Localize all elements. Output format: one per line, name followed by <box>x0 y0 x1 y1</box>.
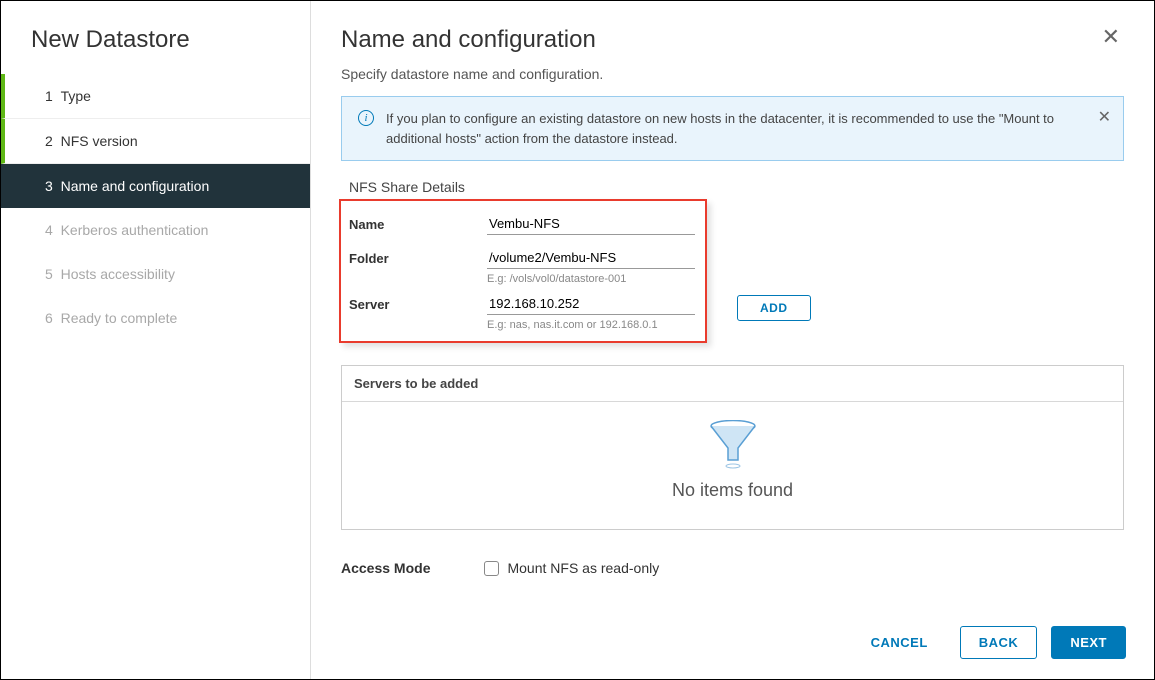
name-label: Name <box>349 217 475 232</box>
servers-empty-state: No items found <box>342 402 1123 529</box>
step-hosts-accessibility: 5 Hosts accessibility <box>1 252 310 296</box>
readonly-checkbox[interactable] <box>484 561 499 576</box>
new-datastore-dialog: New Datastore 1 Type 2 NFS version 3 Nam… <box>0 0 1155 680</box>
close-icon[interactable]: ✕ <box>1098 26 1124 48</box>
add-server-button[interactable]: ADD <box>737 295 811 321</box>
folder-input[interactable] <box>487 247 695 269</box>
info-banner: i If you plan to configure an existing d… <box>341 96 1124 161</box>
step-nfs-version[interactable]: 2 NFS version <box>1 119 310 164</box>
access-mode-label: Access Mode <box>341 560 430 576</box>
step-number: 3 <box>45 178 53 194</box>
step-ready-to-complete: 6 Ready to complete <box>1 296 310 340</box>
step-kerberos-authentication: 4 Kerberos authentication <box>1 208 310 252</box>
next-button[interactable]: NEXT <box>1051 626 1126 659</box>
servers-header: Servers to be added <box>342 366 1123 402</box>
server-hint: E.g: nas, nas.it.com or 192.168.0.1 <box>487 319 697 331</box>
access-mode-row: Access Mode Mount NFS as read-only <box>341 560 1124 576</box>
info-close-icon[interactable]: ✕ <box>1098 107 1111 127</box>
info-icon: i <box>358 110 374 126</box>
step-number: 4 <box>45 222 53 238</box>
server-input[interactable] <box>487 293 695 315</box>
step-label: Type <box>61 88 91 104</box>
step-name-and-configuration[interactable]: 3 Name and configuration <box>1 164 310 208</box>
sidebar-title: New Datastore <box>1 1 310 74</box>
folder-hint: E.g: /vols/vol0/datastore-001 <box>487 273 697 285</box>
step-label: Hosts accessibility <box>61 266 175 282</box>
page-title: Name and configuration <box>341 26 596 54</box>
step-number: 2 <box>45 133 53 149</box>
step-label: Kerberos authentication <box>61 222 209 238</box>
step-number: 1 <box>45 88 53 104</box>
servers-to-be-added-box: Servers to be added No items found <box>341 365 1124 530</box>
step-type[interactable]: 1 Type <box>1 74 310 119</box>
no-items-text: No items found <box>342 480 1123 501</box>
page-subtitle: Specify datastore name and configuration… <box>341 66 1124 82</box>
wizard-sidebar: New Datastore 1 Type 2 NFS version 3 Nam… <box>1 1 311 679</box>
nfs-share-details-label: NFS Share Details <box>349 179 1124 195</box>
funnel-icon <box>710 420 756 470</box>
info-text: If you plan to configure an existing dat… <box>386 109 1107 148</box>
wizard-steps: 1 Type 2 NFS version 3 Name and configur… <box>1 74 310 340</box>
step-label: NFS version <box>61 133 138 149</box>
nfs-share-form-highlight: Name Folder E.g: /vols/vol0/datastore-00… <box>339 199 707 343</box>
step-label: Name and configuration <box>61 178 210 194</box>
server-label: Server <box>349 297 475 312</box>
cancel-button[interactable]: CANCEL <box>853 627 946 658</box>
step-label: Ready to complete <box>61 310 178 326</box>
readonly-checkbox-label: Mount NFS as read-only <box>507 560 659 576</box>
dialog-footer: CANCEL BACK NEXT <box>853 626 1126 659</box>
step-number: 6 <box>45 310 53 326</box>
step-number: 5 <box>45 266 53 282</box>
name-input[interactable] <box>487 213 695 235</box>
folder-label: Folder <box>349 251 475 266</box>
main-panel: Name and configuration ✕ Specify datasto… <box>311 1 1154 679</box>
back-button[interactable]: BACK <box>960 626 1038 659</box>
